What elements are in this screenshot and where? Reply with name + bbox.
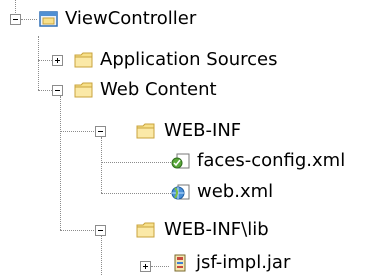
tree-connector bbox=[101, 193, 171, 194]
tree-item-view-controller[interactable]: ViewController bbox=[63, 8, 198, 30]
folder-icon bbox=[74, 81, 94, 99]
tree-item-web-content[interactable]: Web Content bbox=[98, 79, 219, 101]
tree-connector bbox=[101, 236, 102, 275]
collapse-toggle-web-inf-lib[interactable] bbox=[95, 225, 106, 236]
tree-item-application-sources[interactable]: Application Sources bbox=[98, 49, 280, 71]
tree-connector bbox=[60, 96, 61, 230]
jar-file-icon bbox=[170, 254, 190, 272]
tree-connector bbox=[60, 131, 96, 132]
web-xml-file-icon bbox=[171, 183, 191, 201]
expand-toggle-jsf-impl[interactable] bbox=[140, 261, 151, 272]
project-tree: ViewController Application Sources Web C… bbox=[0, 0, 365, 275]
tree-connector bbox=[60, 230, 96, 231]
collapse-toggle-view-controller[interactable] bbox=[10, 14, 21, 25]
tree-connector bbox=[151, 266, 169, 267]
folder-icon bbox=[136, 221, 156, 239]
tree-connector bbox=[101, 162, 171, 163]
tree-item-web-inf-lib[interactable]: WEB-INF\lib bbox=[162, 219, 271, 241]
tree-item-faces-config[interactable]: faces-config.xml bbox=[195, 150, 347, 172]
tree-item-web-inf[interactable]: WEB-INF bbox=[162, 120, 243, 142]
folder-icon bbox=[74, 51, 94, 69]
tree-item-jsf-impl[interactable]: jsf-impl.jar bbox=[194, 252, 292, 274]
expand-toggle-application-sources[interactable] bbox=[52, 55, 63, 66]
folder-icon bbox=[136, 122, 156, 140]
tree-connector bbox=[101, 137, 102, 193]
tree-connector bbox=[15, 0, 16, 13]
tree-connector bbox=[21, 19, 37, 20]
collapse-toggle-web-content[interactable] bbox=[52, 85, 63, 96]
tree-item-web-xml[interactable]: web.xml bbox=[195, 181, 275, 203]
tree-connector bbox=[38, 36, 39, 90]
faces-config-file-icon bbox=[171, 152, 191, 170]
project-icon bbox=[39, 10, 59, 28]
collapse-toggle-web-inf[interactable] bbox=[95, 126, 106, 137]
